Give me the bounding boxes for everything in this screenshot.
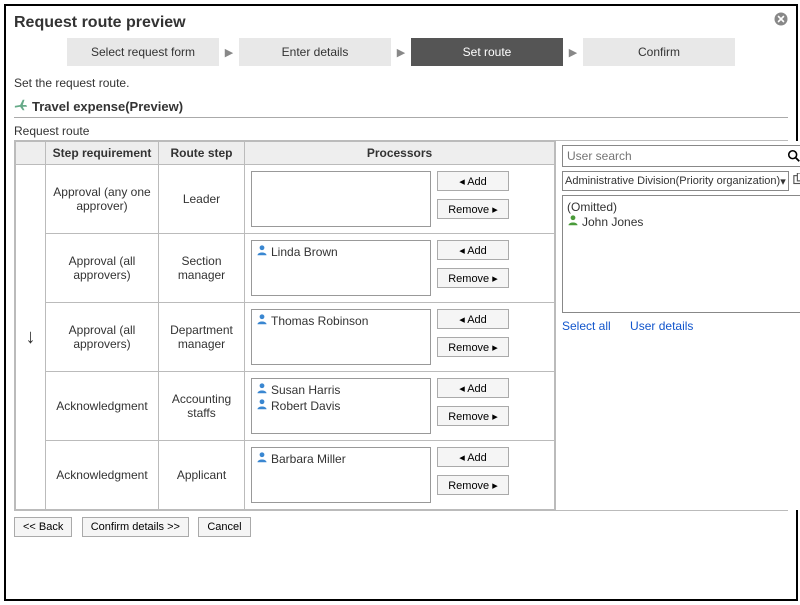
remove-button[interactable]: Remove ▸ xyxy=(437,475,509,495)
remove-button[interactable]: Remove ▸ xyxy=(437,406,509,426)
processors-cell: Barbara Miller ◂ Add Remove ▸ xyxy=(245,441,555,510)
route-step: Section manager xyxy=(159,234,245,303)
flow-header xyxy=(16,142,46,165)
plane-icon xyxy=(14,98,30,115)
preview-title: Travel expense(Preview) xyxy=(32,99,183,114)
processors-cell: ◂ Add Remove ▸ xyxy=(245,165,555,234)
remove-button[interactable]: Remove ▸ xyxy=(437,268,509,288)
user-name: John Jones xyxy=(582,214,643,230)
processor-box[interactable]: Susan HarrisRobert Davis xyxy=(251,378,431,434)
processor-box[interactable]: Linda Brown xyxy=(251,240,431,296)
add-button[interactable]: ◂ Add xyxy=(437,378,509,398)
wizard-steps: Select request form▶Enter details▶Set ro… xyxy=(14,38,788,66)
close-icon[interactable] xyxy=(774,12,788,29)
flow-arrow-cell: ↓ xyxy=(16,165,46,510)
step-requirement: Acknowledgment xyxy=(46,372,159,441)
processor-entry[interactable]: Susan Harris xyxy=(256,382,426,398)
instruction-text: Set the request route. xyxy=(14,76,788,90)
user-icon xyxy=(256,451,268,467)
preview-title-row: Travel expense(Preview) xyxy=(14,98,788,118)
table-row: Approval (all approvers)Section managerL… xyxy=(16,234,555,303)
footer-buttons: << Back Confirm details >> Cancel xyxy=(14,517,788,537)
user-icon xyxy=(567,214,579,230)
processor-entry[interactable]: Robert Davis xyxy=(256,398,426,414)
route-table: Step requirement Route step Processors ↓… xyxy=(15,141,555,510)
remove-button[interactable]: Remove ▸ xyxy=(437,337,509,357)
table-row: AcknowledgmentApplicant Barbara Miller ◂ A… xyxy=(16,441,555,510)
processor-name: Susan Harris xyxy=(271,382,340,398)
cancel-button[interactable]: Cancel xyxy=(198,517,250,537)
processor-name: Robert Davis xyxy=(271,398,340,414)
table-row: Approval (all approvers)Department manag… xyxy=(16,303,555,372)
dropdown-icon: ▾ xyxy=(780,175,786,188)
wizard-step[interactable]: Enter details xyxy=(239,38,391,66)
route-step: Applicant xyxy=(159,441,245,510)
omitted-label: (Omitted) xyxy=(567,200,800,214)
add-button[interactable]: ◂ Add xyxy=(437,309,509,329)
org-select[interactable]: Administrative Division(Priority organiz… xyxy=(562,171,789,191)
processor-name: Thomas Robinson xyxy=(271,313,368,329)
processor-entry[interactable]: Thomas Robinson xyxy=(256,313,426,329)
org-tree-icon[interactable] xyxy=(793,173,800,190)
page-title: Request route preview xyxy=(14,14,788,32)
user-search-input[interactable] xyxy=(563,147,782,165)
section-label: Request route xyxy=(14,124,788,138)
processors-cell: Susan HarrisRobert Davis ◂ Add Remove ▸ xyxy=(245,372,555,441)
chevron-right-icon: ▶ xyxy=(563,46,583,59)
add-button[interactable]: ◂ Add xyxy=(437,240,509,260)
confirm-details-button[interactable]: Confirm details >> xyxy=(82,517,189,537)
processor-name: Linda Brown xyxy=(271,244,338,260)
select-all-link[interactable]: Select all xyxy=(562,319,611,333)
remove-button[interactable]: Remove ▸ xyxy=(437,199,509,219)
route-step-header: Route step xyxy=(159,142,245,165)
processor-box[interactable] xyxy=(251,171,431,227)
user-icon xyxy=(256,313,268,329)
user-icon xyxy=(256,382,268,398)
wizard-step[interactable]: Select request form xyxy=(67,38,219,66)
processors-header: Processors xyxy=(245,142,555,165)
user-search-box[interactable] xyxy=(562,145,800,167)
processors-cell: Thomas Robinson ◂ Add Remove ▸ xyxy=(245,303,555,372)
wizard-step[interactable]: Confirm xyxy=(583,38,735,66)
user-list[interactable]: (Omitted) John Jones xyxy=(562,195,800,313)
user-list-item[interactable]: John Jones xyxy=(567,214,800,230)
user-details-link[interactable]: User details xyxy=(630,319,693,333)
table-row: ↓Approval (any one approver)Leader◂ AddR… xyxy=(16,165,555,234)
user-icon xyxy=(256,398,268,414)
add-button[interactable]: ◂ Add xyxy=(437,447,509,467)
down-arrow-icon: ↓ xyxy=(26,326,36,348)
processor-box[interactable]: Barbara Miller xyxy=(251,447,431,503)
table-row: AcknowledgmentAccounting staffsSusan Har… xyxy=(16,372,555,441)
chevron-right-icon: ▶ xyxy=(219,46,239,59)
route-step: Leader xyxy=(159,165,245,234)
org-select-label: Administrative Division(Priority organiz… xyxy=(565,175,780,187)
wizard-step[interactable]: Set route xyxy=(411,38,563,66)
back-button[interactable]: << Back xyxy=(14,517,72,537)
search-icon[interactable] xyxy=(782,149,800,163)
processor-entry[interactable]: Linda Brown xyxy=(256,244,426,260)
processor-name: Barbara Miller xyxy=(271,451,346,467)
step-requirement: Approval (all approvers) xyxy=(46,303,159,372)
user-icon xyxy=(256,244,268,260)
step-requirement: Acknowledgment xyxy=(46,441,159,510)
step-requirement: Approval (all approvers) xyxy=(46,234,159,303)
step-requirement: Approval (any one approver) xyxy=(46,165,159,234)
side-panel: Administrative Division(Priority organiz… xyxy=(555,141,800,510)
processors-cell: Linda Brown ◂ Add Remove ▸ xyxy=(245,234,555,303)
route-step: Department manager xyxy=(159,303,245,372)
add-button[interactable]: ◂ Add xyxy=(437,171,509,191)
processor-box[interactable]: Thomas Robinson xyxy=(251,309,431,365)
route-step: Accounting staffs xyxy=(159,372,245,441)
processor-entry[interactable]: Barbara Miller xyxy=(256,451,426,467)
step-req-header: Step requirement xyxy=(46,142,159,165)
chevron-right-icon: ▶ xyxy=(391,46,411,59)
